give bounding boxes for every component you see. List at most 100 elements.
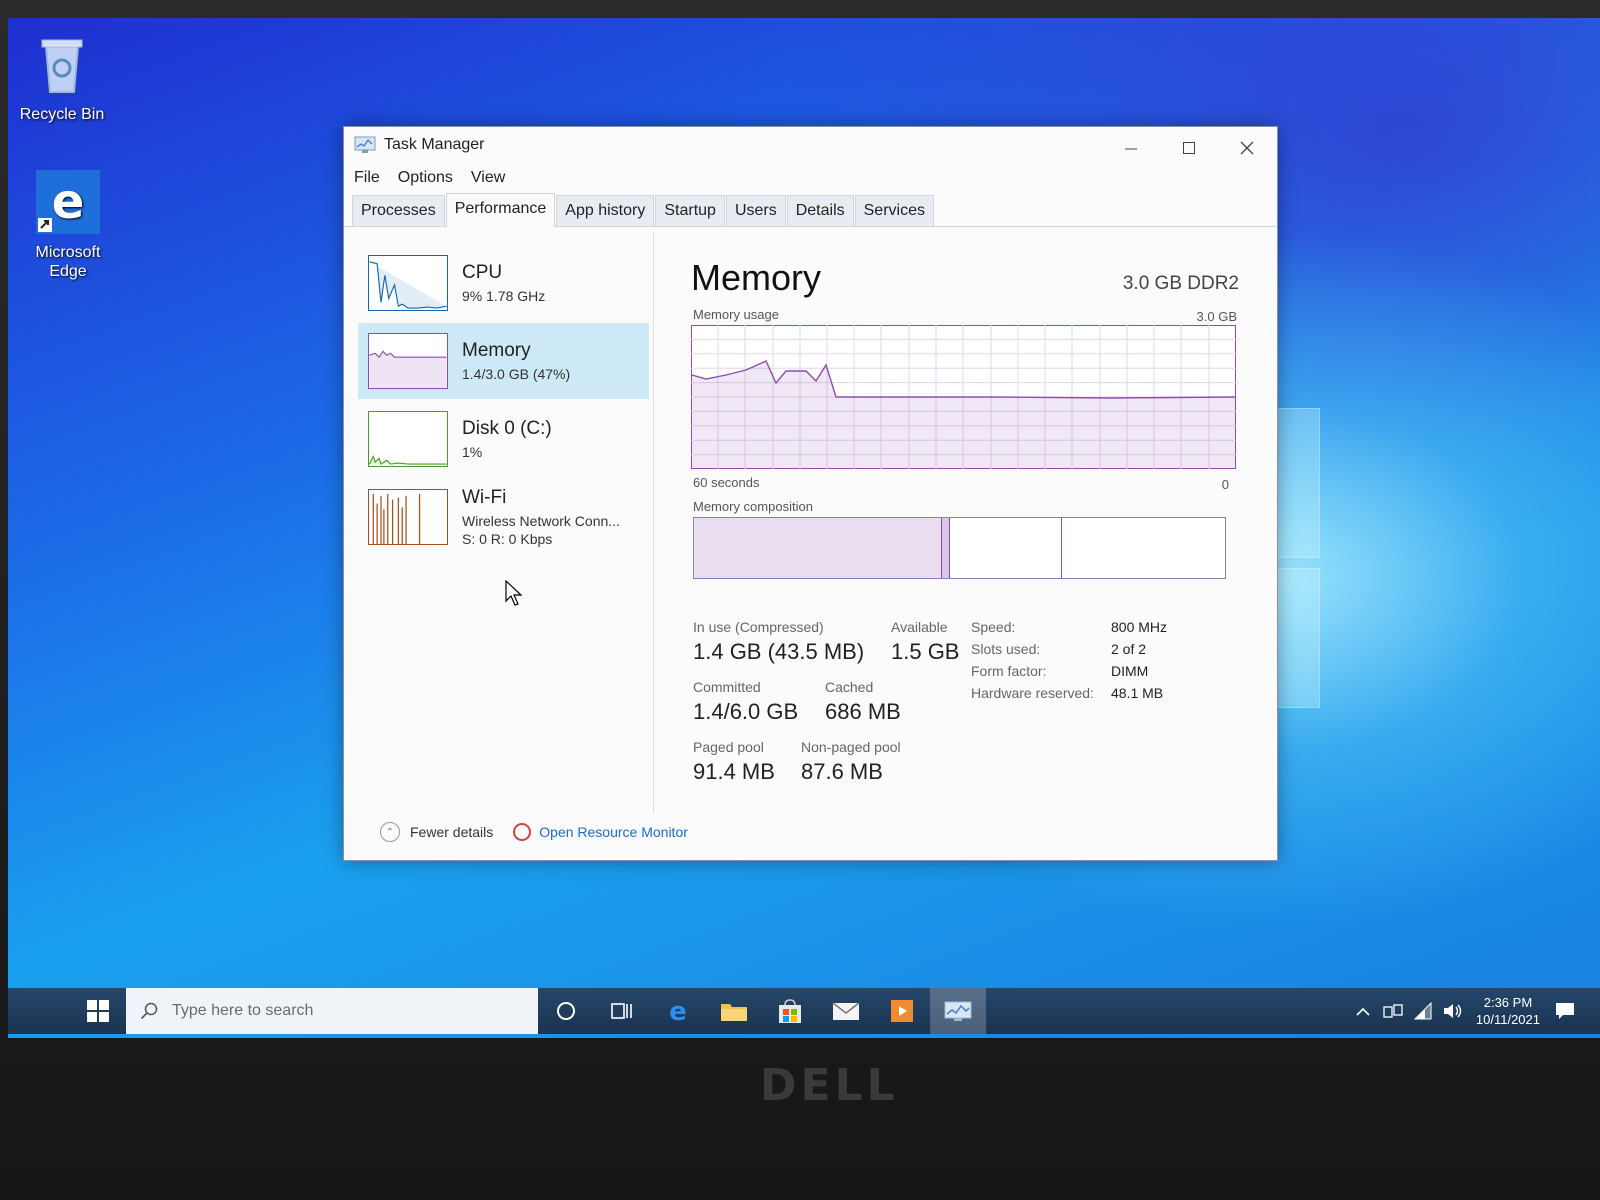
graph-time-label: 60 seconds (693, 475, 760, 490)
show-hidden-icons-button[interactable] (1350, 1006, 1376, 1016)
windows-logo-icon (87, 1000, 109, 1022)
fewer-details-button[interactable]: ⌃ Fewer details (380, 822, 493, 842)
mail-icon (832, 1002, 860, 1020)
form-factor-value: DIMM (1111, 663, 1149, 679)
tab-processes[interactable]: Processes (352, 195, 445, 226)
cortana-circle-icon (557, 1002, 575, 1020)
tray-volume-button[interactable] (1440, 1002, 1466, 1020)
cached-value: 686 MB (825, 699, 901, 724)
recycle-bin-label: Recycle Bin (19, 106, 105, 123)
sidebar-disk-detail: 1% (462, 444, 483, 460)
sidebar-memory-title: Memory (462, 340, 531, 361)
disk-thumbnail-graph (368, 411, 448, 467)
sidebar-item-memory[interactable]: Memory 1.4/3.0 GB (47%) (358, 323, 649, 399)
taskbar-media-button[interactable] (874, 988, 930, 1034)
cortana-button[interactable] (538, 988, 594, 1034)
taskbar-task-manager-button[interactable] (930, 988, 986, 1034)
non-paged-pool-value: 87.6 MB (801, 759, 883, 784)
sidebar-memory-detail: 1.4/3.0 GB (47%) (462, 366, 571, 382)
sidebar-disk-title: Disk 0 (C:) (462, 418, 552, 439)
cpu-thumbnail-graph (368, 255, 448, 311)
recycle-bin-desktop-icon[interactable]: Recycle Bin (12, 32, 112, 124)
memory-usage-graph (691, 325, 1236, 469)
hardware-reserved-value: 48.1 MB (1111, 685, 1164, 701)
menu-view[interactable]: View (471, 169, 505, 187)
clock-date: 10/11/2021 (1475, 1012, 1540, 1027)
clock-time: 2:36 PM (1483, 995, 1533, 1010)
tab-details[interactable]: Details (786, 195, 854, 226)
taskbar-search-box[interactable]: Type here to search (126, 988, 538, 1034)
menu-options[interactable]: Options (398, 169, 453, 187)
tab-app-history[interactable]: App history (556, 195, 655, 226)
search-placeholder: Type here to search (172, 1002, 314, 1019)
non-paged-pool-label: Non-paged pool (801, 739, 901, 755)
sidebar-wifi-detail: Wireless Network Conn... (462, 513, 620, 529)
memory-spec-label: 3.0 GB DDR2 (1122, 273, 1239, 294)
taskbar-mail-button[interactable] (818, 988, 874, 1034)
in-use-label: In use (Compressed) (693, 619, 824, 635)
sidebar-item-wifi[interactable]: Wi-Fi Wireless Network Conn... S: 0 R: 0… (358, 479, 649, 555)
task-manager-window: Task Manager File Options View Processes… (343, 126, 1278, 861)
task-manager-icon (944, 1001, 972, 1021)
slots-used-label: Slots used: (971, 641, 1041, 657)
in-use-value: 1.4 GB (43.5 MB) (693, 639, 865, 664)
wifi-signal-icon (1413, 1002, 1432, 1020)
sidebar-item-cpu[interactable]: CPU 9% 1.78 GHz (358, 245, 649, 321)
memory-thumbnail-graph (368, 333, 448, 389)
window-title: Task Manager (384, 136, 485, 153)
minimize-icon (1125, 148, 1137, 150)
sidebar-wifi-throughput: S: 0 R: 0 Kbps (462, 531, 553, 547)
committed-label: Committed (693, 679, 761, 695)
tab-users[interactable]: Users (725, 195, 786, 226)
maximize-icon (1183, 142, 1195, 154)
hardware-reserved-label: Hardware reserved: (971, 685, 1094, 701)
available-value: 1.5 GB (891, 639, 960, 664)
window-footer: ⌃ Fewer details Open Resource Monitor (380, 819, 708, 845)
chevron-up-icon: ⌃ (380, 822, 400, 842)
tray-wifi-button[interactable] (1410, 1002, 1436, 1020)
folder-icon (721, 1004, 747, 1021)
edge-desktop-icon[interactable]: e Microsoft Edge (18, 170, 118, 281)
action-center-button[interactable] (1552, 1002, 1578, 1020)
minimize-button[interactable] (1103, 133, 1159, 163)
composition-modified-segment (942, 518, 950, 578)
start-button[interactable] (70, 988, 126, 1034)
edge-icon: e (669, 998, 687, 1024)
notification-icon (1556, 1003, 1574, 1019)
open-resource-monitor-link[interactable]: Open Resource Monitor (513, 823, 688, 841)
sidebar-item-disk[interactable]: Disk 0 (C:) 1% (358, 401, 649, 477)
speaker-icon (1443, 1004, 1462, 1018)
mouse-cursor-icon (505, 580, 523, 606)
slots-used-value: 2 of 2 (1111, 641, 1147, 657)
form-factor-label: Form factor: (971, 663, 1047, 679)
task-view-button[interactable] (594, 988, 650, 1034)
memory-usage-label: Memory usage (693, 307, 779, 322)
close-button[interactable] (1219, 133, 1275, 163)
close-icon (1240, 141, 1254, 155)
tab-strip: Processes Performance App history Startu… (344, 193, 1277, 227)
paged-pool-label: Paged pool (693, 739, 764, 755)
edge-icon: e (36, 170, 100, 234)
tab-services[interactable]: Services (854, 195, 934, 226)
tab-startup[interactable]: Startup (655, 195, 725, 226)
sidebar-cpu-detail: 9% 1.78 GHz (462, 288, 546, 304)
performance-sidebar: CPU 9% 1.78 GHz Memory 1.4/3.0 GB (47%) … (354, 233, 654, 813)
taskbar-file-explorer-button[interactable] (706, 988, 762, 1034)
media-player-icon (891, 1000, 913, 1022)
speed-value: 800 MHz (1111, 619, 1168, 635)
chevron-up-icon (1356, 1007, 1370, 1016)
page-title: Memory (691, 257, 822, 298)
recycle-bin-icon (41, 39, 83, 93)
menu-file[interactable]: File (354, 169, 380, 187)
composition-free-segment (1062, 518, 1225, 578)
taskbar-clock[interactable]: 2:36 PM 10/11/2021 (1476, 994, 1540, 1028)
taskbar-store-button[interactable] (762, 988, 818, 1034)
composition-standby-segment (950, 518, 1062, 578)
taskbar-edge-button[interactable]: e (650, 988, 706, 1034)
open-resource-monitor-label: Open Resource Monitor (539, 824, 688, 840)
tray-network-adapter-button[interactable] (1380, 1003, 1406, 1019)
menu-bar: File Options View (344, 163, 1277, 193)
maximize-button[interactable] (1161, 133, 1217, 163)
task-view-icon (611, 1003, 632, 1019)
tab-performance[interactable]: Performance (445, 193, 556, 227)
